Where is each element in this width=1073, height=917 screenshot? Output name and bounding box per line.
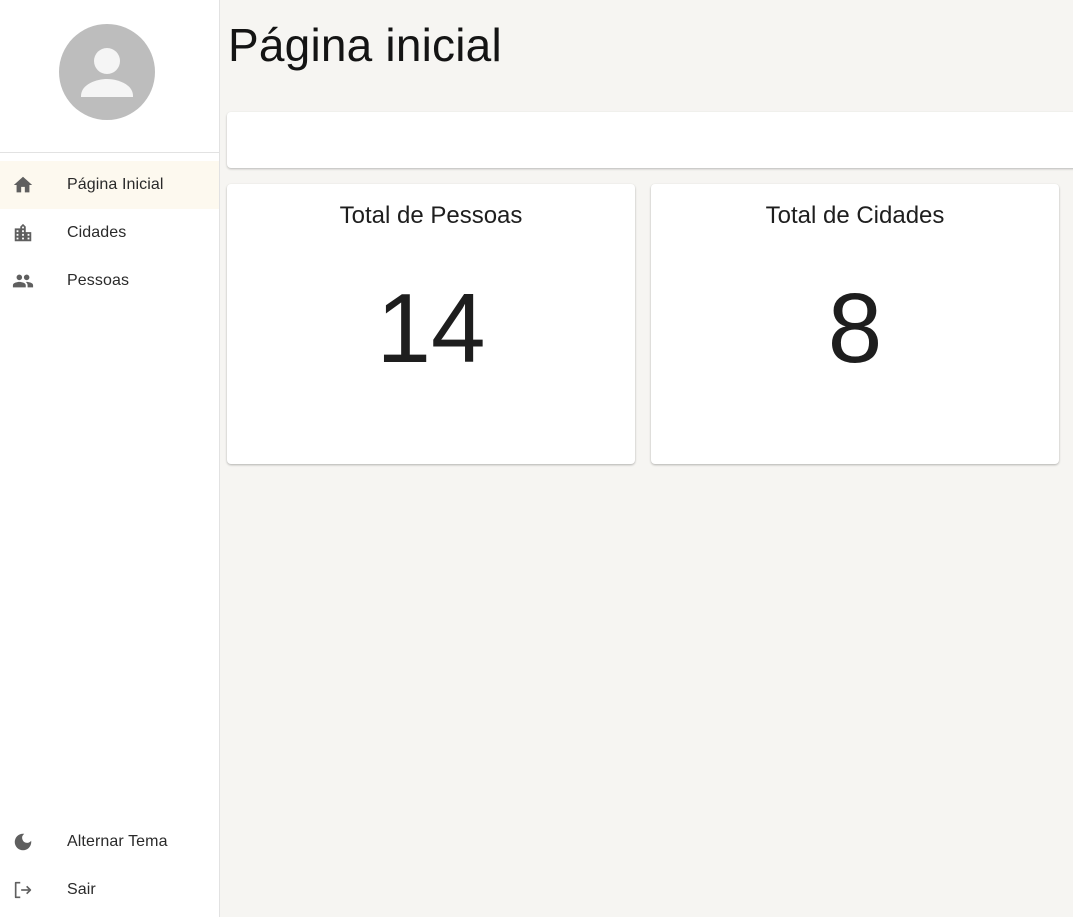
- home-icon: [12, 174, 34, 196]
- logout-button[interactable]: Sair: [0, 866, 219, 914]
- sidebar: Página Inicial Cidades Pessoas Alternar …: [0, 0, 220, 917]
- person-icon: [81, 48, 133, 97]
- page-title: Página inicial: [228, 19, 502, 71]
- sidebar-item-label: Cidades: [67, 224, 127, 241]
- sidebar-item-label: Alternar Tema: [67, 833, 168, 850]
- avatar-section: [0, 0, 219, 153]
- avatar[interactable]: [59, 24, 155, 120]
- sidebar-item-label: Sair: [67, 881, 96, 898]
- sidebar-nav: Página Inicial Cidades Pessoas: [0, 161, 219, 305]
- card-title: Total de Pessoas: [339, 202, 523, 229]
- sidebar-item-label: Pessoas: [67, 272, 130, 289]
- dark-mode-icon: [12, 831, 34, 853]
- people-icon: [12, 270, 34, 292]
- app-root: Página Inicial Cidades Pessoas Alternar …: [0, 0, 1073, 917]
- toolbar: [227, 112, 1073, 168]
- card-value: 8: [827, 273, 883, 383]
- toggle-theme-button[interactable]: Alternar Tema: [0, 818, 219, 866]
- sidebar-item-pessoas[interactable]: Pessoas: [0, 257, 219, 305]
- main-content: Página inicial Total de Pessoas 14 Total…: [220, 0, 1073, 917]
- stat-card-cidades: Total de Cidades 8: [651, 184, 1059, 464]
- logout-icon: [12, 879, 34, 901]
- card-title: Total de Cidades: [765, 202, 945, 229]
- location-city-icon: [12, 222, 34, 244]
- stat-card-pessoas: Total de Pessoas 14: [227, 184, 635, 464]
- sidebar-item-pagina-inicial[interactable]: Página Inicial: [0, 161, 219, 209]
- sidebar-item-cidades[interactable]: Cidades: [0, 209, 219, 257]
- sidebar-bottom-nav: Alternar Tema Sair: [0, 818, 219, 914]
- card-value: 14: [376, 273, 486, 383]
- sidebar-item-label: Página Inicial: [67, 176, 164, 193]
